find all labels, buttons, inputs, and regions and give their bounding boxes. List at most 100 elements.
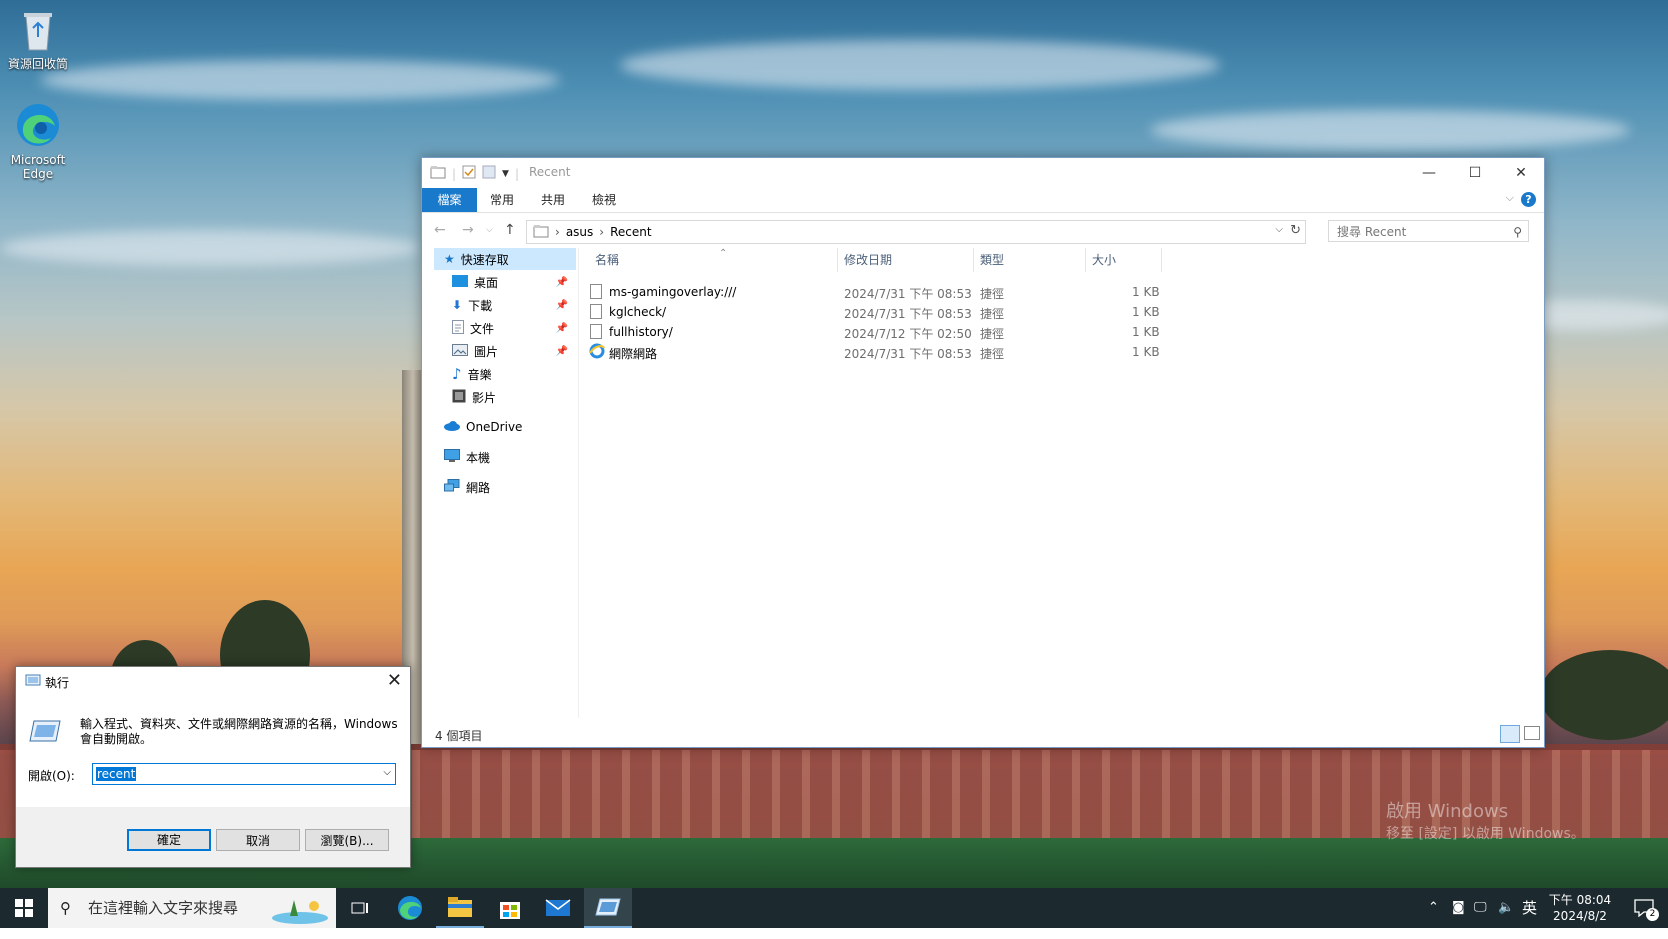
title-bar: | ▼ | Recent — ☐ ✕	[422, 158, 1544, 188]
column-header-size[interactable]: 大小	[1086, 248, 1162, 272]
close-button[interactable]: ✕	[1498, 158, 1544, 188]
up-arrow-icon[interactable]: ↑	[504, 222, 516, 238]
nav-label: 下載	[468, 298, 493, 313]
task-view-button[interactable]	[336, 888, 384, 928]
pin-icon: 📌	[555, 322, 568, 334]
cloud	[1150, 110, 1630, 150]
recycle-bin-icon	[0, 8, 76, 55]
expand-ribbon-icon[interactable]: ⌵	[1506, 191, 1514, 205]
show-hidden-icons[interactable]: ⌃	[1428, 888, 1439, 928]
nav-this-pc[interactable]: 本機	[444, 446, 564, 468]
file-row[interactable]: 網際網路 2024/7/31 下午 08:53 捷徑 1 KB	[579, 342, 1179, 362]
cancel-button[interactable]: 取消	[216, 829, 300, 851]
open-input[interactable]: recent ⌵	[92, 763, 396, 785]
run-title-bar: 執行 ✕	[16, 667, 410, 695]
run-large-icon	[28, 719, 62, 746]
taskbar-mail[interactable]	[534, 888, 582, 928]
browse-button[interactable]: 瀏覽(B)...	[305, 829, 389, 851]
desktop-icon-recycle-bin[interactable]: 資源回收筒	[0, 8, 76, 71]
action-center-button[interactable]: 2	[1622, 888, 1668, 928]
refresh-icon[interactable]: ↻	[1290, 223, 1301, 238]
column-header-date[interactable]: 修改日期	[838, 248, 974, 272]
close-icon[interactable]: ✕	[387, 670, 402, 691]
large-icons-view-icon[interactable]	[1524, 726, 1540, 740]
column-label: 修改日期	[844, 253, 893, 267]
status-bar: 4 個項目	[422, 721, 1544, 747]
download-icon: ⬇	[452, 298, 463, 312]
tab-file[interactable]: 檔案	[422, 188, 477, 212]
file-row[interactable]: fullhistory/ 2024/7/12 下午 02:50 捷徑 1 KB	[579, 322, 1179, 342]
file-size: 1 KB	[1132, 325, 1160, 339]
windows-logo-icon	[15, 899, 33, 917]
ok-button[interactable]: 確定	[127, 829, 211, 851]
activation-watermark: 啟用 Windows 移至 [設定] 以啟用 Windows。	[1386, 801, 1585, 845]
properties-icon[interactable]	[462, 165, 476, 182]
search-box[interactable]: 搜尋 Recent ⚲	[1328, 220, 1529, 242]
nav-item-documents[interactable]: 文件 📌	[452, 317, 572, 339]
nav-label: 音樂	[467, 367, 492, 382]
new-folder-icon[interactable]	[482, 165, 496, 182]
nav-item-videos[interactable]: 影片	[452, 386, 572, 408]
column-header-name[interactable]: 名稱 ⌃	[589, 248, 838, 272]
volume-muted-icon[interactable]: 🔈	[1498, 888, 1514, 928]
window-title: Recent	[529, 165, 571, 179]
forward-arrow-icon[interactable]: →	[462, 222, 474, 238]
nav-item-music[interactable]: ♪ 音樂	[452, 363, 572, 385]
nav-item-desktop[interactable]: 桌面 📌	[452, 271, 572, 293]
ime-indicator[interactable]: 英	[1522, 888, 1537, 928]
file-row[interactable]: ms-gamingoverlay:/// 2024/7/31 下午 08:53 …	[579, 282, 1179, 302]
document-icon	[452, 319, 464, 337]
clock[interactable]: 下午 08:04 2024/8/2	[1540, 892, 1620, 924]
nav-item-downloads[interactable]: ⬇ 下載 📌	[452, 294, 572, 316]
taskbar-search-placeholder: 在這裡輸入文字來搜尋	[88, 899, 239, 917]
cloud	[40, 60, 560, 100]
file-name: fullhistory/	[609, 325, 673, 339]
run-title: 執行	[45, 676, 70, 690]
separator: |	[452, 166, 457, 181]
chevron-down-icon[interactable]: ▼	[502, 169, 509, 179]
chevron-down-icon[interactable]: ⌵	[383, 767, 391, 778]
nav-onedrive[interactable]: OneDrive	[444, 416, 564, 438]
meet-now-icon[interactable]: ◙	[1452, 888, 1465, 928]
file-row[interactable]: kglcheck/ 2024/7/31 下午 08:53 捷徑 1 KB	[579, 302, 1179, 322]
minimize-button[interactable]: —	[1406, 158, 1452, 188]
file-type: 捷徑	[980, 347, 1005, 361]
breadcrumb-item[interactable]: asus	[566, 225, 593, 239]
network-icon	[444, 478, 460, 496]
tab-view[interactable]: 檢視	[592, 188, 616, 212]
music-icon: ♪	[452, 365, 462, 383]
tree	[1540, 650, 1668, 740]
back-arrow-icon[interactable]: ←	[434, 222, 446, 238]
sort-ascending-icon: ⌃	[719, 248, 728, 259]
search-placeholder: 搜尋 Recent	[1337, 225, 1407, 239]
network-status-icon[interactable]: 🖵	[1474, 888, 1487, 928]
address-bar[interactable]: › asus › Recent ⌵ ↻	[526, 220, 1306, 244]
tab-home[interactable]: 常用	[490, 188, 514, 212]
nav-item-pictures[interactable]: 圖片 📌	[452, 340, 572, 362]
taskbar-edge[interactable]	[386, 888, 434, 928]
window-controls: — ☐ ✕	[1406, 158, 1544, 188]
ribbon-tabs: 檔案 常用 共用 檢視 ⌵ ?	[422, 188, 1544, 213]
column-header-type[interactable]: 類型	[974, 248, 1086, 272]
taskbar-search[interactable]: ⚲ 在這裡輸入文字來搜尋	[48, 888, 336, 928]
file-type: 捷徑	[980, 307, 1005, 321]
recent-locations-icon[interactable]: ⌵	[486, 225, 493, 235]
details-view-icon[interactable]	[1500, 725, 1520, 743]
start-button[interactable]	[0, 888, 48, 928]
address-dropdown-icon[interactable]: ⌵	[1275, 224, 1283, 235]
taskbar-store[interactable]	[486, 888, 534, 928]
help-icon[interactable]: ?	[1521, 192, 1536, 207]
file-name: 網際網路	[609, 347, 658, 361]
nav-network[interactable]: 網路	[444, 476, 564, 498]
taskbar-file-explorer[interactable]	[436, 888, 484, 928]
pin-icon: 📌	[555, 345, 568, 357]
desktop-icon-edge[interactable]: Microsoft Edge	[0, 102, 76, 181]
breadcrumb-item[interactable]: Recent	[610, 225, 651, 239]
file-icon	[590, 304, 602, 319]
store-icon	[500, 902, 520, 919]
maximize-button[interactable]: ☐	[1452, 158, 1498, 188]
star-icon: ★	[444, 252, 455, 266]
taskbar-run[interactable]	[584, 888, 632, 928]
tab-share[interactable]: 共用	[541, 188, 565, 212]
nav-quick-access[interactable]: ★ 快速存取	[434, 248, 576, 270]
